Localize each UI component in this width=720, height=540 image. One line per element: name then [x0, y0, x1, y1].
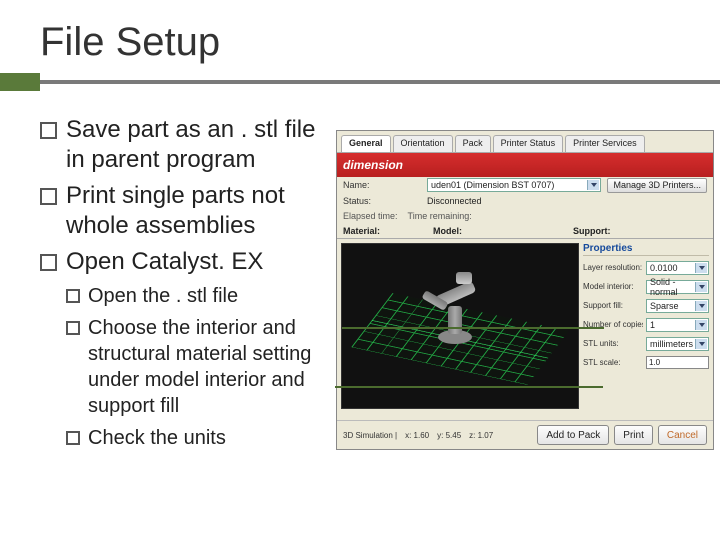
tab-strip: General Orientation Pack Printer Status … — [337, 131, 713, 153]
callout-line-1 — [342, 327, 604, 329]
catalyst-window: General Orientation Pack Printer Status … — [336, 130, 714, 450]
top-bullets: Save part as an . stl file in parent pro… — [40, 115, 340, 451]
slide-title: File Setup — [40, 20, 720, 65]
bullet-print-single: Print single parts not whole assemblies — [40, 181, 340, 241]
dd-stl-units[interactable]: millimeters — [646, 337, 709, 351]
col-model: Model: — [433, 226, 573, 236]
robot-column — [448, 306, 462, 334]
chevron-down-icon — [699, 285, 705, 289]
prop-model-interior: Model interior: Solid - normal — [583, 279, 709, 294]
cancel-button[interactable]: Cancel — [658, 425, 707, 445]
label-name: Name: — [343, 180, 421, 190]
printer-name-value: uden01 (Dimension BST 0707) — [431, 180, 554, 190]
value-number-copies: 1 — [650, 320, 655, 330]
main-area: Properties Layer resolution: 0.0100 Mode… — [337, 239, 713, 409]
label-stl-units: STL units: — [583, 339, 643, 348]
tab-orientation[interactable]: Orientation — [393, 135, 453, 152]
sim-z: z: 1.07 — [469, 431, 493, 440]
sim-x: x: 1.60 — [405, 431, 429, 440]
dd-support-fill[interactable]: Sparse — [646, 299, 709, 313]
value-stl-units: millimeters — [650, 339, 693, 349]
sub-bullets: Open the . stl file Choose the interior … — [66, 277, 340, 451]
sim-readout: 3D Simulation | x: 1.60 y: 5.45 z: 1.07 — [343, 431, 532, 440]
chevron-down-icon — [699, 304, 705, 308]
value-stl-scale: 1.0 — [649, 358, 660, 367]
print-button[interactable]: Print — [614, 425, 653, 445]
divider-bar — [40, 80, 720, 84]
prop-stl-scale: STL scale: 1.0 — [583, 355, 709, 370]
tab-printer-services[interactable]: Printer Services — [565, 135, 645, 152]
value-status: Disconnected — [427, 196, 482, 206]
chevron-down-icon — [591, 183, 597, 187]
properties-title: Properties — [583, 243, 709, 256]
bullet-column: Save part as an . stl file in parent pro… — [0, 115, 340, 457]
slide: File Setup Save part as an . stl file in… — [0, 0, 720, 540]
row-times: Elapsed time: Time remaining: — [337, 209, 713, 223]
dd-number-copies[interactable]: 1 — [646, 318, 709, 332]
chevron-down-icon — [699, 342, 705, 346]
input-stl-scale[interactable]: 1.0 — [646, 356, 709, 369]
bullet-open-catalyst: Open Catalyst. EX Open the . stl file Ch… — [40, 247, 340, 451]
manage-printers-button[interactable]: Manage 3D Printers... — [607, 178, 707, 193]
sim-label: 3D Simulation | — [343, 431, 397, 440]
subbullet-check-units: Check the units — [66, 425, 340, 451]
prop-stl-units: STL units: millimeters — [583, 336, 709, 351]
value-support-fill: Sparse — [650, 301, 679, 311]
label-model-interior: Model interior: — [583, 282, 643, 291]
add-to-pack-button[interactable]: Add to Pack — [537, 425, 609, 445]
brand-band: dimension — [337, 153, 713, 177]
label-support-fill: Support fill: — [583, 301, 643, 310]
dd-model-interior[interactable]: Solid - normal — [646, 280, 709, 294]
col-support: Support: — [573, 226, 707, 236]
accent-bar — [0, 73, 40, 91]
dd-layer-resolution[interactable]: 0.0100 — [646, 261, 709, 275]
value-model-interior: Solid - normal — [650, 277, 694, 297]
viewport-3d[interactable] — [341, 243, 579, 409]
tab-general[interactable]: General — [341, 135, 391, 152]
prop-number-copies: Number of copies: 1 — [583, 317, 709, 332]
row-status: Status: Disconnected — [337, 193, 713, 209]
dimension-logo: dimension — [343, 158, 403, 172]
row-name: Name: uden01 (Dimension BST 0707) Manage… — [337, 177, 713, 193]
label-remaining: Time remaining: — [408, 211, 472, 221]
label-stl-scale: STL scale: — [583, 358, 643, 367]
value-layer-resolution: 0.0100 — [650, 263, 678, 273]
tab-printer-status[interactable]: Printer Status — [493, 135, 564, 152]
tab-pack[interactable]: Pack — [455, 135, 491, 152]
prop-support-fill: Support fill: Sparse — [583, 298, 709, 313]
prop-layer-resolution: Layer resolution: 0.0100 — [583, 260, 709, 275]
label-status: Status: — [343, 196, 421, 206]
robot-head — [456, 272, 472, 284]
chevron-down-icon — [699, 323, 705, 327]
label-layer-resolution: Layer resolution: — [583, 263, 643, 272]
title-rule — [0, 73, 720, 91]
col-material: Material: — [343, 226, 433, 236]
printer-name-dropdown[interactable]: uden01 (Dimension BST 0707) — [427, 178, 601, 192]
bottom-bar: 3D Simulation | x: 1.60 y: 5.45 z: 1.07 … — [337, 420, 713, 449]
properties-panel: Properties Layer resolution: 0.0100 Mode… — [579, 239, 713, 409]
callout-line-2 — [335, 386, 603, 388]
columns-header: Material: Model: Support: — [337, 223, 713, 239]
sim-y: y: 5.45 — [437, 431, 461, 440]
robot-model — [420, 270, 490, 350]
subbullet-choose-interior: Choose the interior and structural mater… — [66, 315, 340, 419]
subbullet-open-stl: Open the . stl file — [66, 283, 340, 309]
label-elapsed: Elapsed time: — [343, 211, 398, 221]
bullet-open-catalyst-label: Open Catalyst. EX — [66, 248, 263, 275]
bullet-save-stl: Save part as an . stl file in parent pro… — [40, 115, 340, 175]
chevron-down-icon — [699, 266, 705, 270]
